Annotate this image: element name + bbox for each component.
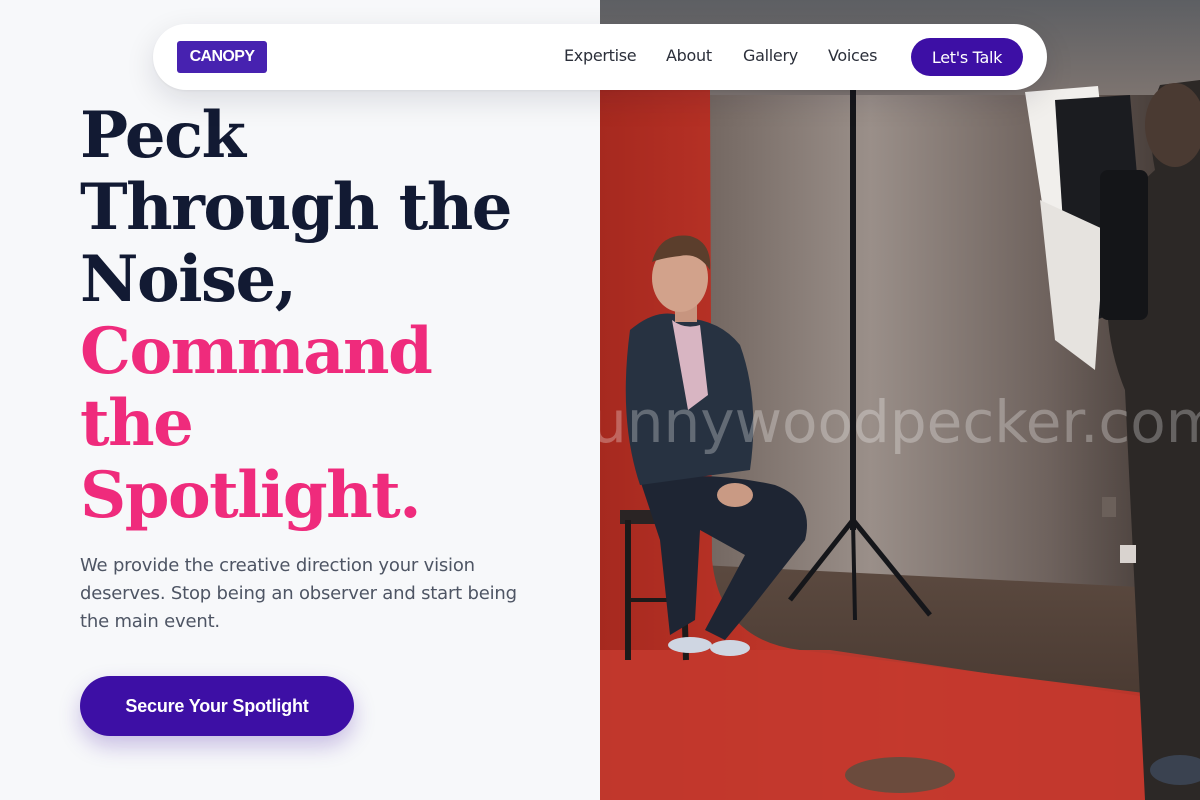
secure-spotlight-button[interactable]: Secure Your Spotlight [80,676,354,736]
headline-accent-line: Spotlight. [80,458,421,533]
nav-link-voices[interactable]: Voices [828,46,877,65]
headline-line: Through the [80,170,512,245]
headline-accent-line: Command [80,314,433,389]
studio-photo-illustration: unnywoodpecker.com [600,0,1200,800]
hero-left-panel: Peck Through the Noise, Command the Spot… [0,0,600,800]
headline-accent-line: the [80,386,194,461]
nav-link-about[interactable]: About [666,46,712,65]
hero-subtext: We provide the creative direction your v… [80,555,517,632]
nav-link-gallery[interactable]: Gallery [743,46,798,65]
photo-watermark: unnywoodpecker.com [600,388,1200,456]
hero-headline: Peck Through the Noise, Command the Spot… [80,100,580,532]
headline-line: Peck [80,98,246,173]
hero-photo: unnywoodpecker.com [600,0,1200,800]
lets-talk-button[interactable]: Let's Talk [911,38,1023,76]
headline-line: Noise, [80,242,297,317]
nav-link-expertise[interactable]: Expertise [564,46,637,65]
top-navbar: CANOPY Expertise About Gallery Voices Le… [153,24,1047,90]
